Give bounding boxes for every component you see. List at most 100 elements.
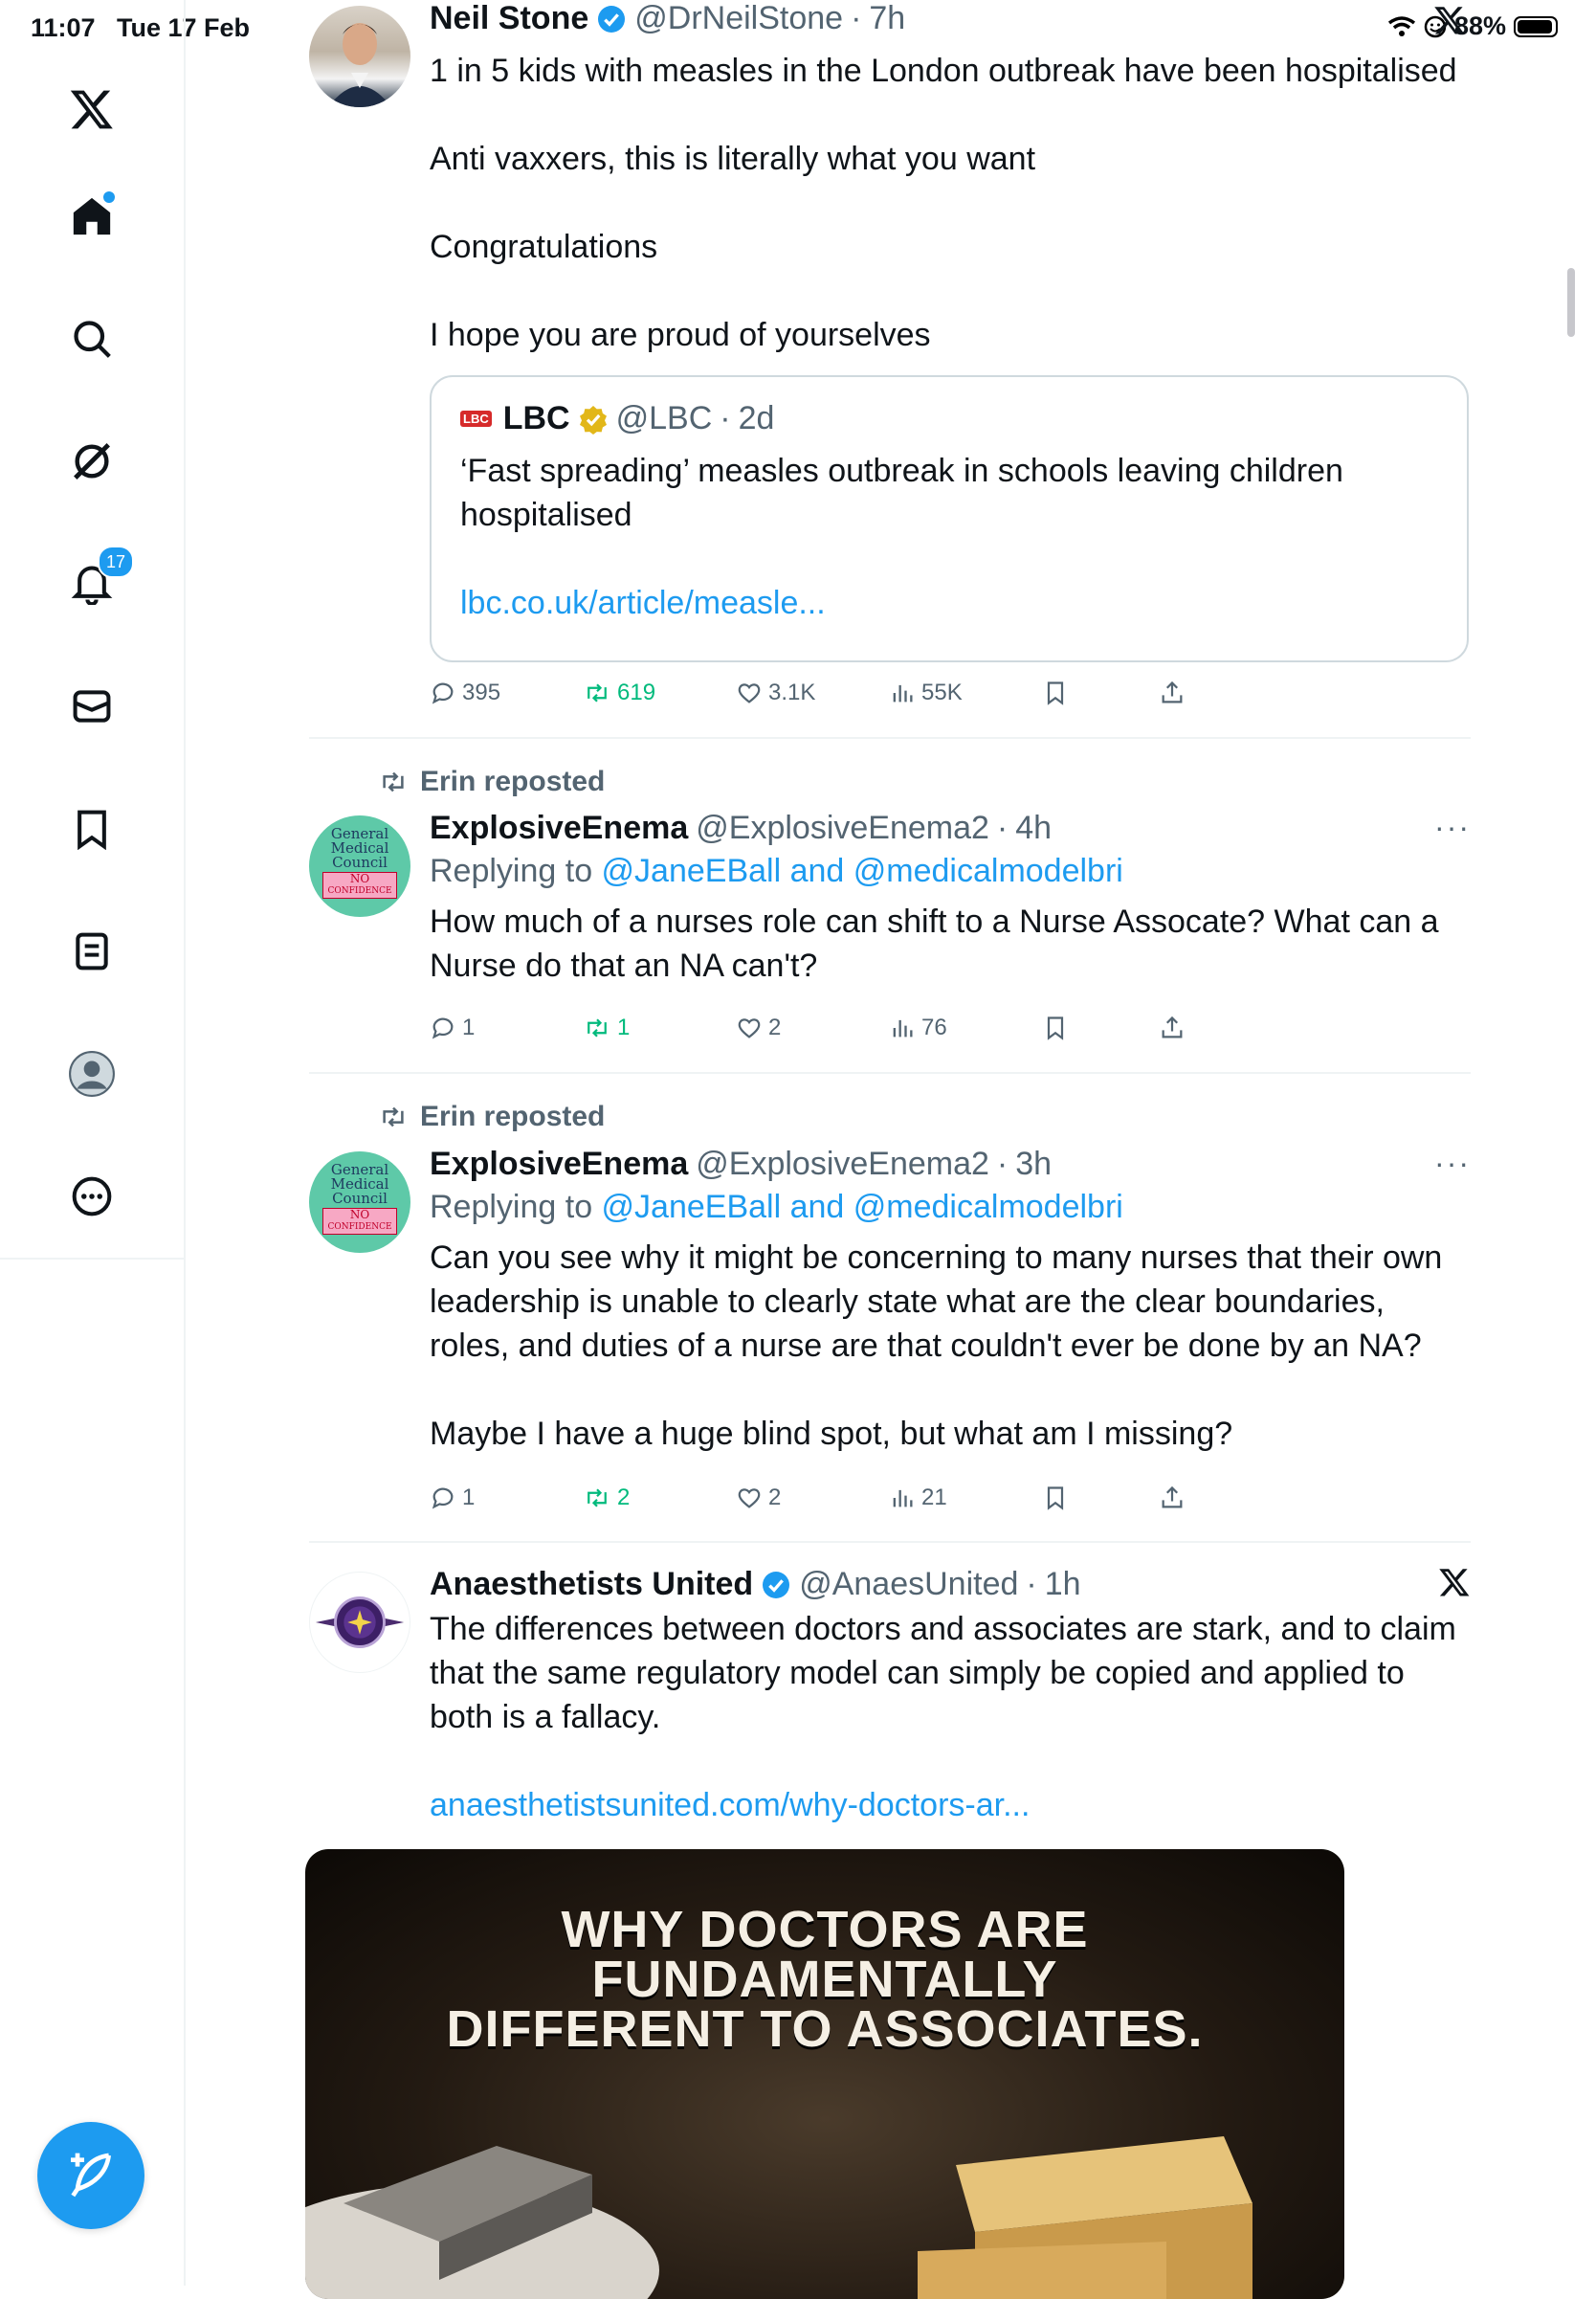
- share-icon: [1162, 681, 1183, 703]
- reply-icon: [432, 1017, 454, 1039]
- separator-dot: ·: [851, 0, 862, 36]
- share-button[interactable]: [1159, 1015, 1186, 1041]
- author-handle[interactable]: @AnaesUnited: [799, 1566, 1018, 1603]
- compose-button[interactable]: [37, 2122, 144, 2229]
- tweet-divider: [309, 737, 1471, 739]
- avatar[interactable]: General Medical Council NO CONFIDENCE: [309, 1151, 410, 1253]
- author-name[interactable]: Neil Stone: [430, 0, 588, 37]
- quote-text: ‘Fast spreading’ measles outbreak in sch…: [460, 449, 1438, 625]
- avatar-text: Council: [332, 1190, 388, 1207]
- battery-icon: [1514, 15, 1558, 37]
- messages-icon[interactable]: [65, 680, 119, 733]
- lists-icon[interactable]: [65, 925, 119, 978]
- x-logo-icon[interactable]: [65, 82, 119, 136]
- avatar[interactable]: General Medical Council NO CONFIDENCE: [309, 815, 410, 917]
- like-button[interactable]: 2: [736, 1015, 781, 1041]
- scrollbar[interactable]: [1567, 268, 1575, 337]
- views-button[interactable]: 21: [889, 1484, 947, 1511]
- avatar-text: CONFIDENCE: [327, 1222, 392, 1232]
- reply-count: 395: [462, 680, 501, 705]
- notifications-badge: 17: [98, 546, 134, 578]
- tweet-body: ExplosiveEnema @ExplosiveEnema2 · 4h Rep…: [430, 810, 1471, 988]
- views-button[interactable]: 76: [889, 1015, 947, 1041]
- author-name[interactable]: ExplosiveEnema: [430, 810, 688, 847]
- views-count: 76: [921, 1015, 947, 1040]
- author-name[interactable]: ExplosiveEnema: [430, 1146, 688, 1183]
- replying-to-users[interactable]: @JaneEBall and @medicalmodelbri: [602, 853, 1123, 889]
- tweet-text: How much of a nurses role can shift to a…: [430, 900, 1471, 988]
- repost-indicator[interactable]: Erin reposted: [378, 766, 605, 798]
- quote-author-name[interactable]: LBC: [503, 400, 570, 437]
- like-count: 2: [768, 1484, 782, 1510]
- quote-link[interactable]: lbc.co.uk/article/measle...: [460, 585, 826, 621]
- share-button[interactable]: [1159, 680, 1186, 706]
- tweet-divider: [309, 1072, 1471, 1074]
- tweet-time[interactable]: 4h: [1015, 810, 1052, 847]
- tweet-body: ExplosiveEnema @ExplosiveEnema2 · 3h Rep…: [430, 1146, 1471, 1456]
- repost-indicator[interactable]: Erin reposted: [378, 1101, 605, 1133]
- article-image[interactable]: WHY DOCTORS ARE FUNDAMENTALLY DIFFERENT …: [305, 1849, 1344, 2299]
- tweet-text: The differences between doctors and asso…: [430, 1607, 1471, 1827]
- bookmark-button[interactable]: [1042, 680, 1069, 706]
- notifications-icon[interactable]: 17: [65, 546, 134, 611]
- repost-button[interactable]: 619: [583, 680, 655, 706]
- replying-prefix: Replying to: [430, 853, 602, 889]
- tweet-paragraph: 1 in 5 kids with measles in the London o…: [430, 53, 1457, 89]
- avatar[interactable]: [309, 6, 410, 107]
- bookmarks-icon[interactable]: [65, 802, 119, 856]
- author-handle[interactable]: @DrNeilStone: [634, 0, 843, 37]
- tweet-text: Can you see why it might be concerning t…: [430, 1236, 1471, 1456]
- reply-button[interactable]: 1: [430, 1015, 475, 1041]
- tweet-paragraph: The differences between doctors and asso…: [430, 1611, 1456, 1735]
- tweet-text: 1 in 5 kids with measles in the London o…: [430, 49, 1471, 357]
- repost-button[interactable]: 2: [583, 1484, 630, 1511]
- bookmark-button[interactable]: [1042, 1484, 1069, 1511]
- reply-button[interactable]: 395: [430, 680, 500, 706]
- repost-icon: [587, 683, 607, 703]
- quoted-tweet[interactable]: LBC LBC @LBC · 2d ‘Fast spreading’ measl…: [430, 375, 1469, 662]
- avatar-text: NO: [349, 872, 370, 885]
- avatar-text: NO: [349, 1208, 370, 1221]
- new-posts-dot: [103, 191, 115, 203]
- tweet-time[interactable]: 7h: [869, 0, 905, 37]
- more-options-button[interactable]: ···: [1434, 1146, 1471, 1181]
- timeline: Neil Stone @DrNeilStone · 7h 1 in 5 kids…: [185, 0, 1486, 2299]
- tweet-paragraph: I hope you are proud of yourselves: [430, 317, 931, 353]
- tweet-header: Neil Stone @DrNeilStone · 7h: [430, 0, 1471, 37]
- article-link[interactable]: anaesthetistsunited.com/why-doctors-ar..…: [430, 1787, 1030, 1823]
- like-button[interactable]: 3.1K: [736, 680, 815, 706]
- lbc-logo: LBC: [460, 411, 492, 427]
- views-button[interactable]: 55K: [889, 680, 963, 706]
- views-count: 55K: [921, 680, 963, 705]
- anaesthetists-united-logo-icon: [315, 1596, 405, 1648]
- tweet-time[interactable]: 1h: [1045, 1566, 1081, 1603]
- author-handle[interactable]: @ExplosiveEnema2: [696, 810, 989, 847]
- separator-dot: ·: [996, 1146, 1009, 1182]
- tweet-time[interactable]: 3h: [1015, 1146, 1052, 1183]
- tweet-paragraph: Can you see why it might be concerning t…: [430, 1239, 1443, 1364]
- author-handle[interactable]: @ExplosiveEnema2: [696, 1146, 989, 1183]
- more-options-icon[interactable]: [65, 1170, 119, 1223]
- share-button[interactable]: [1159, 1484, 1186, 1511]
- replying-to-users[interactable]: @JaneEBall and @medicalmodelbri: [602, 1189, 1123, 1225]
- image-illustration: [305, 2136, 1252, 2299]
- repost-button[interactable]: 1: [583, 1015, 630, 1041]
- home-icon[interactable]: [65, 190, 119, 243]
- more-options-button[interactable]: ···: [1434, 810, 1471, 845]
- search-icon[interactable]: [65, 312, 119, 366]
- bookmark-icon: [1047, 1016, 1064, 1040]
- grok-icon[interactable]: [65, 435, 119, 488]
- gold-verified-badge-icon: [579, 405, 607, 435]
- verified-badge-icon: [763, 1571, 790, 1598]
- reply-icon: [432, 1487, 454, 1509]
- replying-prefix: Replying to: [430, 1189, 602, 1225]
- tweet-actions: 1 2 2 21: [430, 1484, 1195, 1523]
- repost-icon: [587, 1488, 607, 1507]
- avatar[interactable]: [309, 1572, 410, 1673]
- reply-button[interactable]: 1: [430, 1484, 475, 1511]
- bookmark-button[interactable]: [1042, 1015, 1069, 1041]
- like-button[interactable]: 2: [736, 1484, 781, 1511]
- profile-avatar-icon[interactable]: [65, 1047, 119, 1101]
- author-name[interactable]: Anaesthetists United: [430, 1566, 753, 1603]
- quote-author-handle[interactable]: @LBC: [616, 400, 713, 437]
